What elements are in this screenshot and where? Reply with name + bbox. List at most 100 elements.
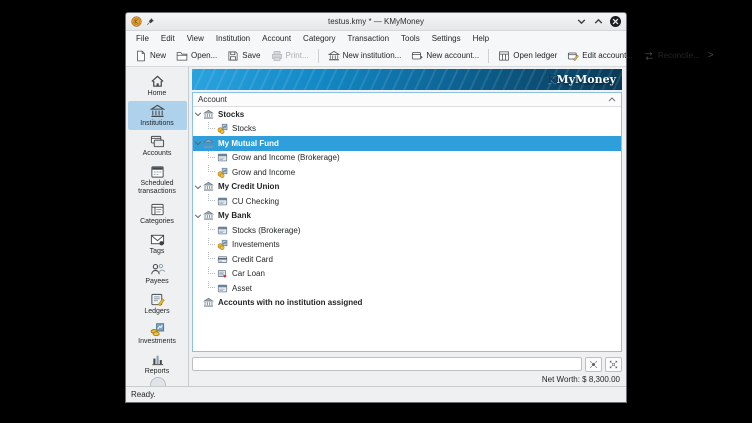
expander-open-icon[interactable] xyxy=(193,110,203,118)
account-tree: StocksStocks My Mutual Fund Grow and Incom… xyxy=(193,107,621,351)
checking-icon xyxy=(217,283,228,294)
kmymoney-app-icon xyxy=(131,16,142,27)
account-row-grow-and-income[interactable]: Grow and Income xyxy=(193,165,621,180)
open-ledger-button[interactable]: Open ledger xyxy=(493,48,562,64)
account-row-accounts-with-no-institution-assigned[interactable]: Accounts with no institution assigned xyxy=(193,296,621,311)
sidebar-item-payees[interactable]: Payees xyxy=(128,259,187,288)
tree-guide-line xyxy=(208,238,215,245)
institutions-view: KMyMoney Account StocksStocks My Mutual F… xyxy=(189,67,626,386)
accounts-panel: Account StocksStocks My Mutual Fund Grow a… xyxy=(192,92,622,352)
new-label: New xyxy=(150,51,166,60)
tree-guide-line xyxy=(208,223,215,230)
tree-guide-line xyxy=(208,151,215,158)
reconcile-label: Reconcile... xyxy=(658,51,700,60)
expander-open-icon[interactable] xyxy=(193,183,203,191)
sidebar-item-accounts[interactable]: Accounts xyxy=(128,131,187,160)
new-institution-button[interactable]: New institution... xyxy=(323,48,407,64)
account-row-my-bank[interactable]: My Bank xyxy=(193,209,621,224)
investment-icon xyxy=(217,239,228,250)
account-row-car-loan[interactable]: Car Loan xyxy=(193,267,621,282)
sidebar-item-home[interactable]: Home xyxy=(128,71,187,100)
menu-bar: FileEditViewInstitutionAccountCategoryTr… xyxy=(126,31,626,45)
sidebar-item-budgets[interactable]: Budgets xyxy=(128,379,187,386)
menu-item-view[interactable]: View xyxy=(181,33,210,44)
account-row-stocks-brokerage[interactable]: Stocks (Brokerage) xyxy=(193,223,621,238)
expander-open-icon[interactable] xyxy=(193,212,203,220)
desktop-background: testus.kmy * — KMyMoney FileEditViewInst… xyxy=(0,0,752,423)
new-account-button[interactable]: New account... xyxy=(406,48,484,64)
menu-item-file[interactable]: File xyxy=(130,33,155,44)
sidebar-item-label: Institutions xyxy=(140,120,173,128)
institutions-icon xyxy=(150,104,165,119)
expand-all-button[interactable] xyxy=(605,357,622,372)
account-row-investements[interactable]: Investements xyxy=(193,238,621,253)
tree-guide-line xyxy=(208,122,215,129)
investment-icon xyxy=(217,123,228,134)
save-button[interactable]: Save xyxy=(222,48,265,64)
menu-item-edit[interactable]: Edit xyxy=(155,33,181,44)
account-row-label: My Credit Union xyxy=(218,182,279,191)
edit-account-icon xyxy=(567,50,579,62)
account-column-header[interactable]: Account xyxy=(193,93,621,107)
account-row-stocks[interactable]: Stocks xyxy=(193,122,621,137)
sidebar-item-institutions[interactable]: Institutions xyxy=(128,101,187,130)
logo-rest: MyMoney xyxy=(557,73,616,86)
account-row-label: My Mutual Fund xyxy=(218,139,279,148)
title-bar[interactable]: testus.kmy * — KMyMoney xyxy=(126,13,626,31)
sidebar-item-label: Ledgers xyxy=(144,308,169,316)
menu-item-institution[interactable]: Institution xyxy=(210,33,256,44)
view-sidebar: Home Institutions AccountsScheduled transa… xyxy=(126,67,189,386)
new-account-label: New account... xyxy=(426,51,479,60)
account-row-my-mutual-fund[interactable]: My Mutual Fund xyxy=(193,136,621,151)
account-row-asset[interactable]: Asset xyxy=(193,281,621,296)
account-filter-input[interactable] xyxy=(192,357,582,371)
print-label: Print... xyxy=(286,51,309,60)
institution-icon xyxy=(203,297,214,308)
account-row-label: Grow and Income xyxy=(232,168,295,177)
investments-icon xyxy=(150,322,165,337)
sidebar-item-ledgers[interactable]: Ledgers xyxy=(128,289,187,318)
open-button[interactable]: Open... xyxy=(171,48,222,64)
sidebar-item-label: Categories xyxy=(140,218,174,226)
checking-icon xyxy=(217,196,228,207)
sidebar-item-categories[interactable]: Categories xyxy=(128,199,187,228)
menu-item-help[interactable]: Help xyxy=(467,33,495,44)
account-row-grow-and-income-brokerage[interactable]: Grow and Income (Brokerage) xyxy=(193,151,621,166)
close-button[interactable] xyxy=(610,16,621,27)
menu-item-category[interactable]: Category xyxy=(297,33,341,44)
loan-icon xyxy=(217,268,228,279)
new-button[interactable]: New xyxy=(130,48,171,64)
reports-icon xyxy=(150,352,165,367)
menu-item-account[interactable]: Account xyxy=(256,33,297,44)
expander-open-icon[interactable] xyxy=(193,139,203,147)
open-ledger-icon xyxy=(498,50,510,62)
kmymoney-logo: KMyMoney xyxy=(547,73,616,86)
sidebar-item-investments[interactable]: Investments xyxy=(128,319,187,348)
save-label: Save xyxy=(242,51,260,60)
menu-item-settings[interactable]: Settings xyxy=(426,33,467,44)
menu-item-transaction[interactable]: Transaction xyxy=(342,33,396,44)
account-row-cu-checking[interactable]: CU Checking xyxy=(193,194,621,209)
sidebar-item-reports[interactable]: Reports xyxy=(128,349,187,378)
minimize-button[interactable] xyxy=(576,16,587,27)
toolbar: New Open... Save Print... New institution...… xyxy=(126,45,626,67)
open-label: Open... xyxy=(191,51,217,60)
account-row-label: Credit Card xyxy=(232,255,273,264)
sidebar-item-tags[interactable]: Tags xyxy=(128,229,187,258)
collapse-all-button[interactable] xyxy=(585,357,602,372)
print-button: Print... xyxy=(266,48,314,64)
account-row-stocks[interactable]: Stocks xyxy=(193,107,621,122)
open-ledger-label: Open ledger xyxy=(513,51,557,60)
sidebar-item-scheduled-transactions[interactable]: Scheduled transactions xyxy=(128,161,187,198)
reconcile-button[interactable]: Reconcile... xyxy=(638,48,705,64)
maximize-button[interactable] xyxy=(593,16,604,27)
save-icon xyxy=(227,50,239,62)
menu-item-tools[interactable]: Tools xyxy=(395,33,426,44)
account-row-my-credit-union[interactable]: My Credit Union xyxy=(193,180,621,195)
sort-ascending-icon xyxy=(608,96,616,104)
pin-icon[interactable] xyxy=(146,17,155,26)
account-row-credit-card[interactable]: Credit Card xyxy=(193,252,621,267)
edit-account-button[interactable]: Edit account... xyxy=(562,48,638,64)
account-row-label: Asset xyxy=(232,284,252,293)
toolbar-overflow-button[interactable]: > xyxy=(705,50,717,61)
